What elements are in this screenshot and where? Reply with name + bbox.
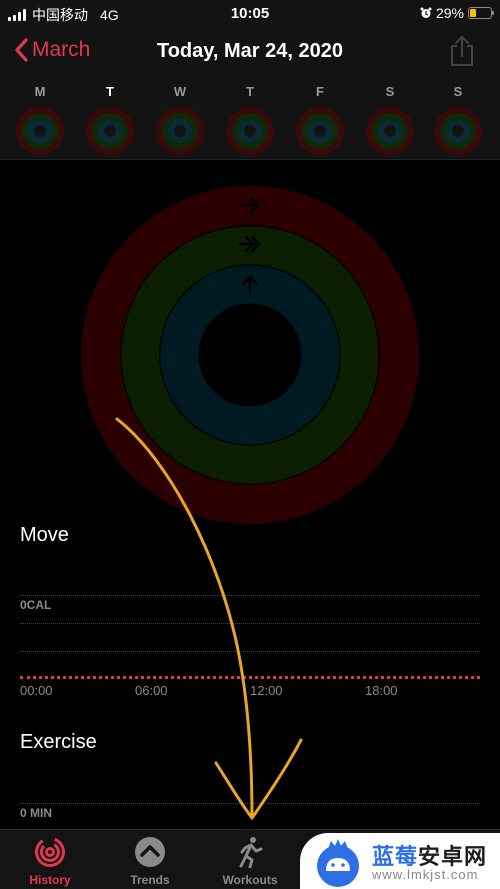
day-5[interactable]: S	[360, 78, 420, 158]
mini-activity-rings	[86, 107, 134, 155]
move-gridline	[20, 623, 480, 624]
mini-activity-rings	[296, 107, 344, 155]
mini-stand-ring	[98, 119, 122, 143]
battery-fill	[470, 9, 476, 17]
x-tick-0: 00:00	[20, 683, 53, 698]
trends-chevron-up-icon	[135, 837, 165, 867]
day-label: M	[34, 84, 46, 99]
tab-history-label: History	[29, 873, 71, 887]
tab-trends[interactable]: Trends	[100, 830, 200, 889]
mini-stand-ring	[378, 119, 402, 143]
share-button[interactable]	[448, 34, 476, 68]
chevron-left-icon	[15, 38, 28, 62]
x-tick-2: 12:00	[250, 683, 283, 698]
watermark: 蓝莓安卓网 www.lmkjst.com	[300, 833, 500, 889]
day-4[interactable]: F	[290, 78, 350, 158]
status-bar: 中国移动 4G 10:05 29%	[0, 0, 500, 28]
mini-activity-rings	[366, 107, 414, 155]
mini-stand-ring	[446, 119, 470, 143]
tab-history[interactable]: History	[0, 830, 100, 889]
battery-percent: 29%	[435, 5, 464, 21]
mini-activity-rings	[434, 107, 482, 155]
x-tick-1: 06:00	[135, 683, 168, 698]
mini-activity-rings	[226, 107, 274, 155]
activity-rings[interactable]	[80, 185, 420, 525]
watermark-url: www.lmkjst.com	[372, 867, 479, 882]
x-tick-3: 18:00	[365, 683, 398, 698]
annotation-arrow-head	[214, 738, 303, 820]
tab-workouts-label: Workouts	[222, 873, 278, 887]
mini-stand-ring	[168, 119, 192, 143]
day-label: S	[453, 84, 463, 99]
day-label: F	[316, 84, 324, 99]
day-2[interactable]: W	[150, 78, 210, 158]
exercise-gridline	[20, 803, 480, 804]
back-button[interactable]: March	[14, 38, 90, 62]
mini-activity-rings	[16, 107, 64, 155]
history-rings-icon	[35, 837, 65, 867]
move-y-label: 0CAL	[20, 598, 52, 612]
day-1[interactable]: T	[80, 78, 140, 158]
mini-stand-ring	[308, 119, 332, 143]
move-baseline	[20, 676, 480, 679]
move-title: Move	[20, 524, 69, 546]
tab-trends-label: Trends	[130, 873, 170, 887]
ring-center	[199, 304, 301, 406]
header: March Today, Mar 24, 2020 MTWTFSS	[0, 28, 500, 160]
tab-workouts[interactable]: Workouts	[200, 830, 300, 889]
exercise-y-label: 0 MIN	[20, 806, 53, 820]
running-figure-icon	[239, 837, 263, 868]
move-gridline	[20, 595, 480, 596]
day-0[interactable]: M	[10, 78, 70, 158]
battery-icon	[468, 7, 494, 19]
status-right: 29%	[420, 5, 494, 21]
back-label: March	[32, 38, 91, 61]
share-icon	[451, 36, 473, 66]
day-label: T	[246, 84, 254, 99]
day-3[interactable]: T	[220, 78, 280, 158]
android-logo-icon	[317, 839, 359, 887]
day-label: T	[80, 80, 140, 104]
day-label: S	[385, 84, 395, 99]
day-6[interactable]: S	[428, 78, 488, 158]
move-gridline	[20, 651, 480, 652]
exercise-title: Exercise	[20, 731, 97, 753]
mini-stand-ring	[28, 119, 52, 143]
day-label: W	[173, 84, 187, 99]
mini-stand-ring	[238, 119, 262, 143]
alarm-clock-icon	[420, 7, 432, 18]
mini-activity-rings	[156, 107, 204, 155]
week-strip: MTWTFSS	[0, 78, 500, 158]
